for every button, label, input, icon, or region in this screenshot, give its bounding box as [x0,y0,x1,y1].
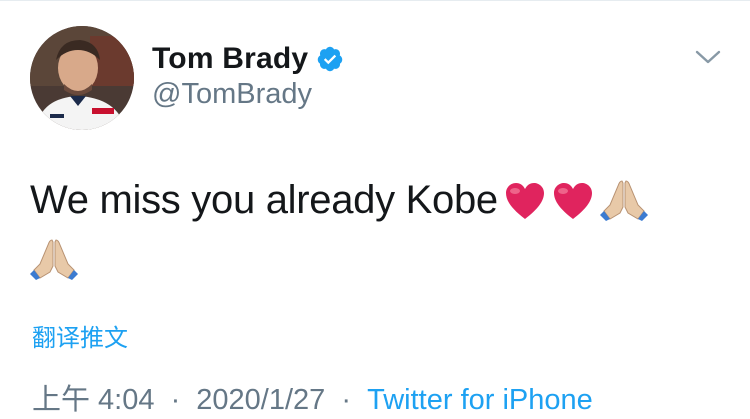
tweet-date[interactable]: 2020/1/27 [196,384,325,416]
user-name-row: Tom Brady [152,40,344,78]
tweet-meta: 上午 4:04 · 2020/1/27 · Twitter for iPhone [32,376,593,418]
red-heart-icon [552,181,594,221]
avatar-image [30,26,134,130]
verified-badge-icon [316,45,344,73]
meta-separator: · [341,384,352,416]
avatar[interactable] [30,26,134,130]
tweet-time[interactable]: 上午 4:04 [32,384,155,416]
tweet-detail: Tom Brady @TomBrady We miss you already … [0,0,750,419]
translate-tweet-link[interactable]: 翻译推文 [32,318,128,353]
chevron-down-icon[interactable] [694,46,722,68]
tweet-source-link[interactable]: Twitter for iPhone [367,384,593,416]
tweet-body: We miss you already Kobe [30,178,498,222]
folded-hands-icon [599,177,648,221]
folded-hands-icon [30,236,78,280]
user-handle[interactable]: @TomBrady [152,78,312,111]
meta-separator: · [170,384,181,416]
divider [0,0,750,1]
tweet-text-line2 [30,236,78,280]
tweet-text: We miss you already Kobe [30,172,710,228]
display-name[interactable]: Tom Brady [152,42,308,76]
red-heart-icon [504,181,546,221]
